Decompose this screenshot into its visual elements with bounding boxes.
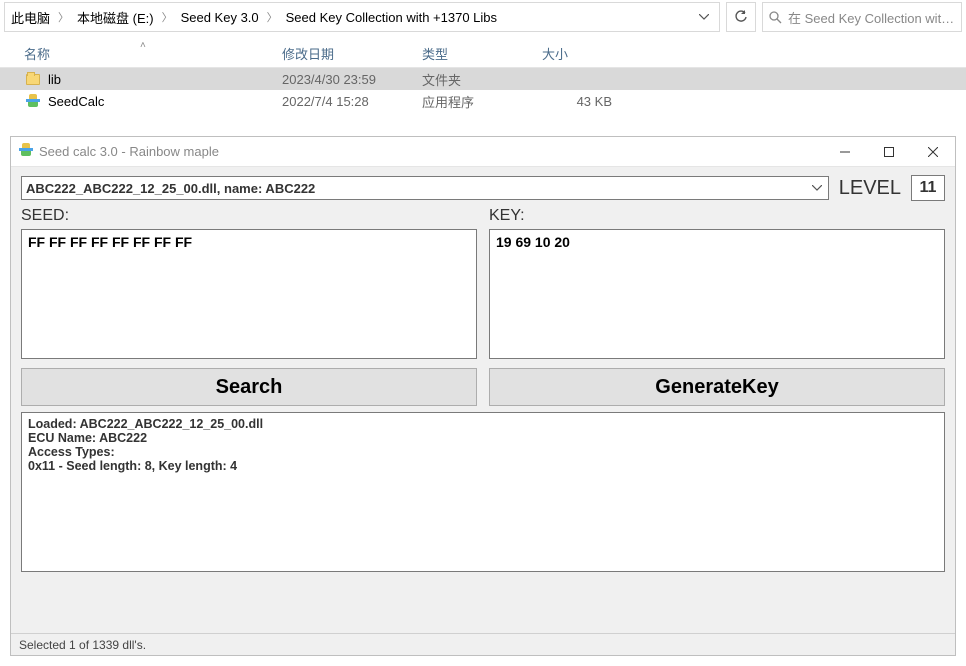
file-date: 2023/4/30 23:59 — [282, 72, 422, 87]
minimize-button[interactable] — [823, 137, 867, 167]
breadcrumb-bar[interactable]: 此电脑 〉 本地磁盘 (E:) 〉 Seed Key 3.0 〉 Seed Ke… — [4, 2, 720, 32]
file-name: SeedCalc — [48, 94, 282, 109]
window-controls — [823, 137, 955, 167]
chevron-right-icon: 〉 — [156, 9, 179, 25]
top-row: ABC222_ABC222_12_25_00.dll, name: ABC222… — [21, 175, 945, 201]
seed-label: SEED: — [21, 207, 477, 225]
breadcrumb-segment[interactable]: 此电脑 — [9, 3, 52, 31]
search-button[interactable]: Search — [21, 368, 477, 406]
chevron-right-icon: 〉 — [52, 9, 75, 25]
close-button[interactable] — [911, 137, 955, 167]
column-header-date[interactable]: 修改日期 — [282, 44, 422, 63]
status-bar: Selected 1 of 1339 dll's. — [11, 633, 955, 655]
breadcrumb-segment[interactable]: Seed Key Collection with +1370 Libs — [284, 3, 499, 31]
button-row: Search GenerateKey — [21, 368, 945, 406]
log-output[interactable]: Loaded: ABC222_ABC222_12_25_00.dll ECU N… — [21, 412, 945, 572]
column-header-type[interactable]: 类型 — [422, 44, 542, 63]
column-header-name[interactable]: 名称 — [24, 44, 282, 63]
dll-select[interactable]: ABC222_ABC222_12_25_00.dll, name: ABC222 — [21, 176, 829, 200]
file-type: 文件夹 — [422, 70, 542, 89]
folder-icon — [24, 74, 42, 85]
seed-input[interactable] — [21, 229, 477, 359]
level-input[interactable]: 11 — [911, 175, 945, 201]
address-row: 此电脑 〉 本地磁盘 (E:) 〉 Seed Key 3.0 〉 Seed Ke… — [0, 0, 966, 32]
file-date: 2022/7/4 15:28 — [282, 94, 422, 109]
refresh-button[interactable] — [726, 2, 756, 32]
breadcrumb-segment[interactable]: Seed Key 3.0 — [179, 3, 261, 31]
chevron-right-icon: 〉 — [261, 9, 284, 25]
chevron-down-icon[interactable] — [810, 185, 824, 191]
app-icon — [24, 94, 42, 108]
seed-panel: SEED: — [21, 207, 477, 362]
maximize-button[interactable] — [867, 137, 911, 167]
explorer-search-input[interactable]: 在 Seed Key Collection wit… — [762, 2, 962, 32]
file-row-lib[interactable]: lib 2023/4/30 23:59 文件夹 — [0, 68, 966, 90]
sort-indicator-icon: ˄ — [140, 40, 146, 51]
chevron-down-icon[interactable] — [693, 14, 715, 20]
status-text: Selected 1 of 1339 dll's. — [19, 638, 146, 652]
dll-select-value: ABC222_ABC222_12_25_00.dll, name: ABC222 — [26, 181, 315, 196]
titlebar: Seed calc 3.0 - Rainbow maple — [11, 137, 955, 167]
file-type: 应用程序 — [422, 92, 542, 111]
seedcalc-window: Seed calc 3.0 - Rainbow maple ABC222_ABC… — [10, 136, 956, 656]
window-title: Seed calc 3.0 - Rainbow maple — [39, 144, 219, 159]
file-explorer: 此电脑 〉 本地磁盘 (E:) 〉 Seed Key 3.0 〉 Seed Ke… — [0, 0, 966, 130]
key-output[interactable] — [489, 229, 945, 359]
generate-key-button[interactable]: GenerateKey — [489, 368, 945, 406]
key-panel: KEY: — [489, 207, 945, 362]
level-label: LEVEL — [839, 177, 901, 200]
file-name: lib — [48, 72, 282, 87]
column-header-size[interactable]: 大小 — [542, 44, 632, 63]
file-row-seedcalc[interactable]: SeedCalc 2022/7/4 15:28 应用程序 43 KB — [0, 90, 966, 112]
file-size: 43 KB — [542, 94, 632, 109]
search-placeholder: 在 Seed Key Collection wit… — [788, 8, 954, 27]
app-icon — [19, 143, 33, 160]
key-label: KEY: — [489, 207, 945, 225]
seed-key-row: SEED: KEY: — [21, 207, 945, 362]
app-body: ABC222_ABC222_12_25_00.dll, name: ABC222… — [11, 167, 955, 633]
search-icon — [769, 11, 782, 24]
file-list-header: ˄ 名称 修改日期 类型 大小 — [0, 40, 966, 68]
breadcrumb-segment[interactable]: 本地磁盘 (E:) — [75, 3, 156, 31]
